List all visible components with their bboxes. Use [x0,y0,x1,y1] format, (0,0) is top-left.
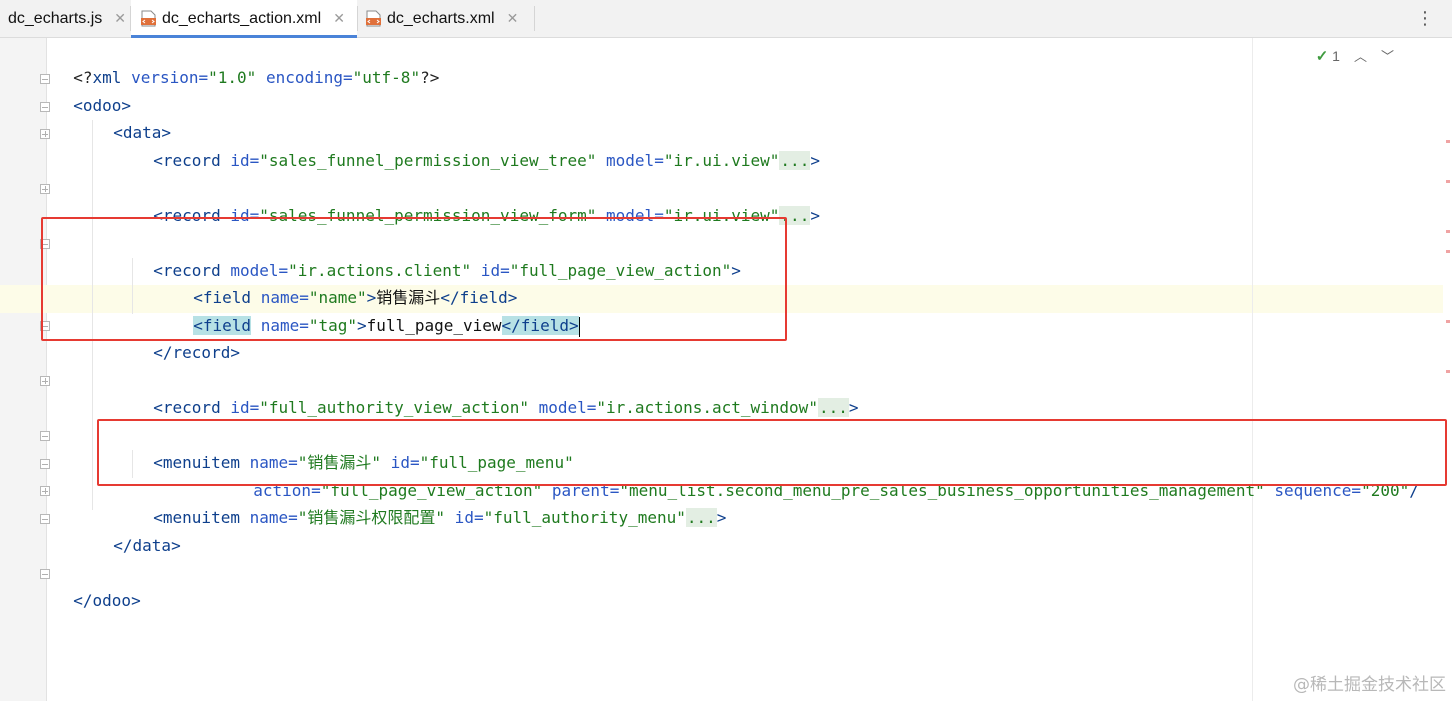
fold-marker-icon[interactable] [40,569,50,579]
fold-marker-icon[interactable] [40,514,50,524]
collapsed-block[interactable]: ... [685,508,717,527]
token: "sales_funnel_permission_view_tree" [259,151,597,170]
more-options-icon[interactable]: ⋮ [1416,10,1434,28]
token: ?> [420,68,440,87]
token: "ir.actions.act_window" [596,398,818,417]
code-line-2[interactable]: <odoo> [54,65,131,115]
token: id= [220,398,260,417]
token: id= [445,508,484,527]
token: > [810,206,820,225]
token: <record [153,398,221,417]
tab-label: dc_echarts_action.xml [162,9,322,27]
tab-dc-echarts-xml[interactable]: dc_echarts.xml ✕ [358,0,534,37]
fold-marker-icon[interactable] [40,431,50,441]
tab-dc-echarts-action-xml[interactable]: dc_echarts_action.xml ✕ [131,0,357,38]
code-line-10[interactable]: <record id="full_authority_view_action" … [134,367,859,417]
token: id= [220,151,260,170]
token: > [810,151,820,170]
token: <record [153,151,221,170]
token: "销售漏斗权限配置" [297,508,446,527]
right-margin-guide [1252,38,1253,701]
token: > [716,508,727,527]
code-line-1[interactable]: <?xml version="1.0" encoding="utf-8"?> [54,37,439,87]
token: "full_authority_view_action" [259,398,529,417]
token: "1.0" [208,68,257,87]
fold-marker-icon[interactable] [40,74,50,84]
chevron-down-icon[interactable]: ﹀ [1381,46,1394,65]
chevron-up-icon[interactable]: ︿ [1354,46,1367,65]
expand-marker-icon[interactable] [40,376,50,386]
token: model= [528,398,597,417]
code-line-15[interactable]: </odoo> [54,560,140,610]
token: model= [596,151,664,170]
collapsed-block[interactable]: ... [779,151,811,170]
stripe-mark[interactable] [1446,320,1450,323]
highlight-box-menuitem [97,419,1447,486]
token: </record> [153,343,240,362]
inspection-status[interactable]: ✓ 1 [1316,47,1340,65]
code-line-5[interactable]: <record id="sales_funnel_permission_view… [134,175,820,225]
fold-marker-icon[interactable] [40,102,50,112]
code-line-4[interactable]: <record id="sales_funnel_permission_view… [134,120,820,170]
expand-marker-icon[interactable] [40,129,50,139]
stripe-mark[interactable] [1446,140,1450,143]
collapsed-block[interactable]: ... [817,398,849,417]
stripe-mark[interactable] [1446,370,1450,373]
token: version= [121,68,209,87]
editor-tab-bar: dc_echarts.js ✕ dc_echarts_action.xml ✕ … [0,0,1452,38]
expand-marker-icon[interactable] [40,486,50,496]
tab-label: dc_echarts.xml [387,9,495,27]
close-icon[interactable]: ✕ [114,10,126,27]
stripe-mark[interactable] [1446,180,1450,183]
token: > [848,398,859,417]
inspection-count: 1 [1332,47,1340,64]
tab-divider [534,6,535,31]
token: </data> [113,536,181,555]
token: name= [239,508,298,527]
tab-dc-echarts-js[interactable]: dc_echarts.js ✕ [0,0,136,37]
code-line-14[interactable]: </data> [94,505,180,555]
xml-file-icon [141,10,156,27]
close-icon[interactable]: ✕ [333,10,345,27]
watermark: @稀土掘金技术社区 [1293,675,1446,695]
token: "full_authority_menu" [483,508,686,527]
close-icon[interactable]: ✕ [507,10,519,27]
stripe-mark[interactable] [1446,250,1450,253]
inspection-widget[interactable]: ✓ 1 ︿ ﹀ [1316,46,1394,65]
check-icon: ✓ [1315,47,1329,65]
expand-marker-icon[interactable] [40,184,50,194]
token: </odoo> [73,591,141,610]
xml-file-icon [366,10,381,27]
stripe-mark[interactable] [1446,230,1450,233]
fold-marker-icon[interactable] [40,459,50,469]
highlight-box-action [41,217,787,341]
code-line-3[interactable]: <data> [94,92,171,142]
tab-label: dc_echarts.js [8,9,103,27]
token: encoding= [256,68,353,87]
token: "ir.ui.view" [663,151,780,170]
token: "utf-8" [352,68,421,87]
